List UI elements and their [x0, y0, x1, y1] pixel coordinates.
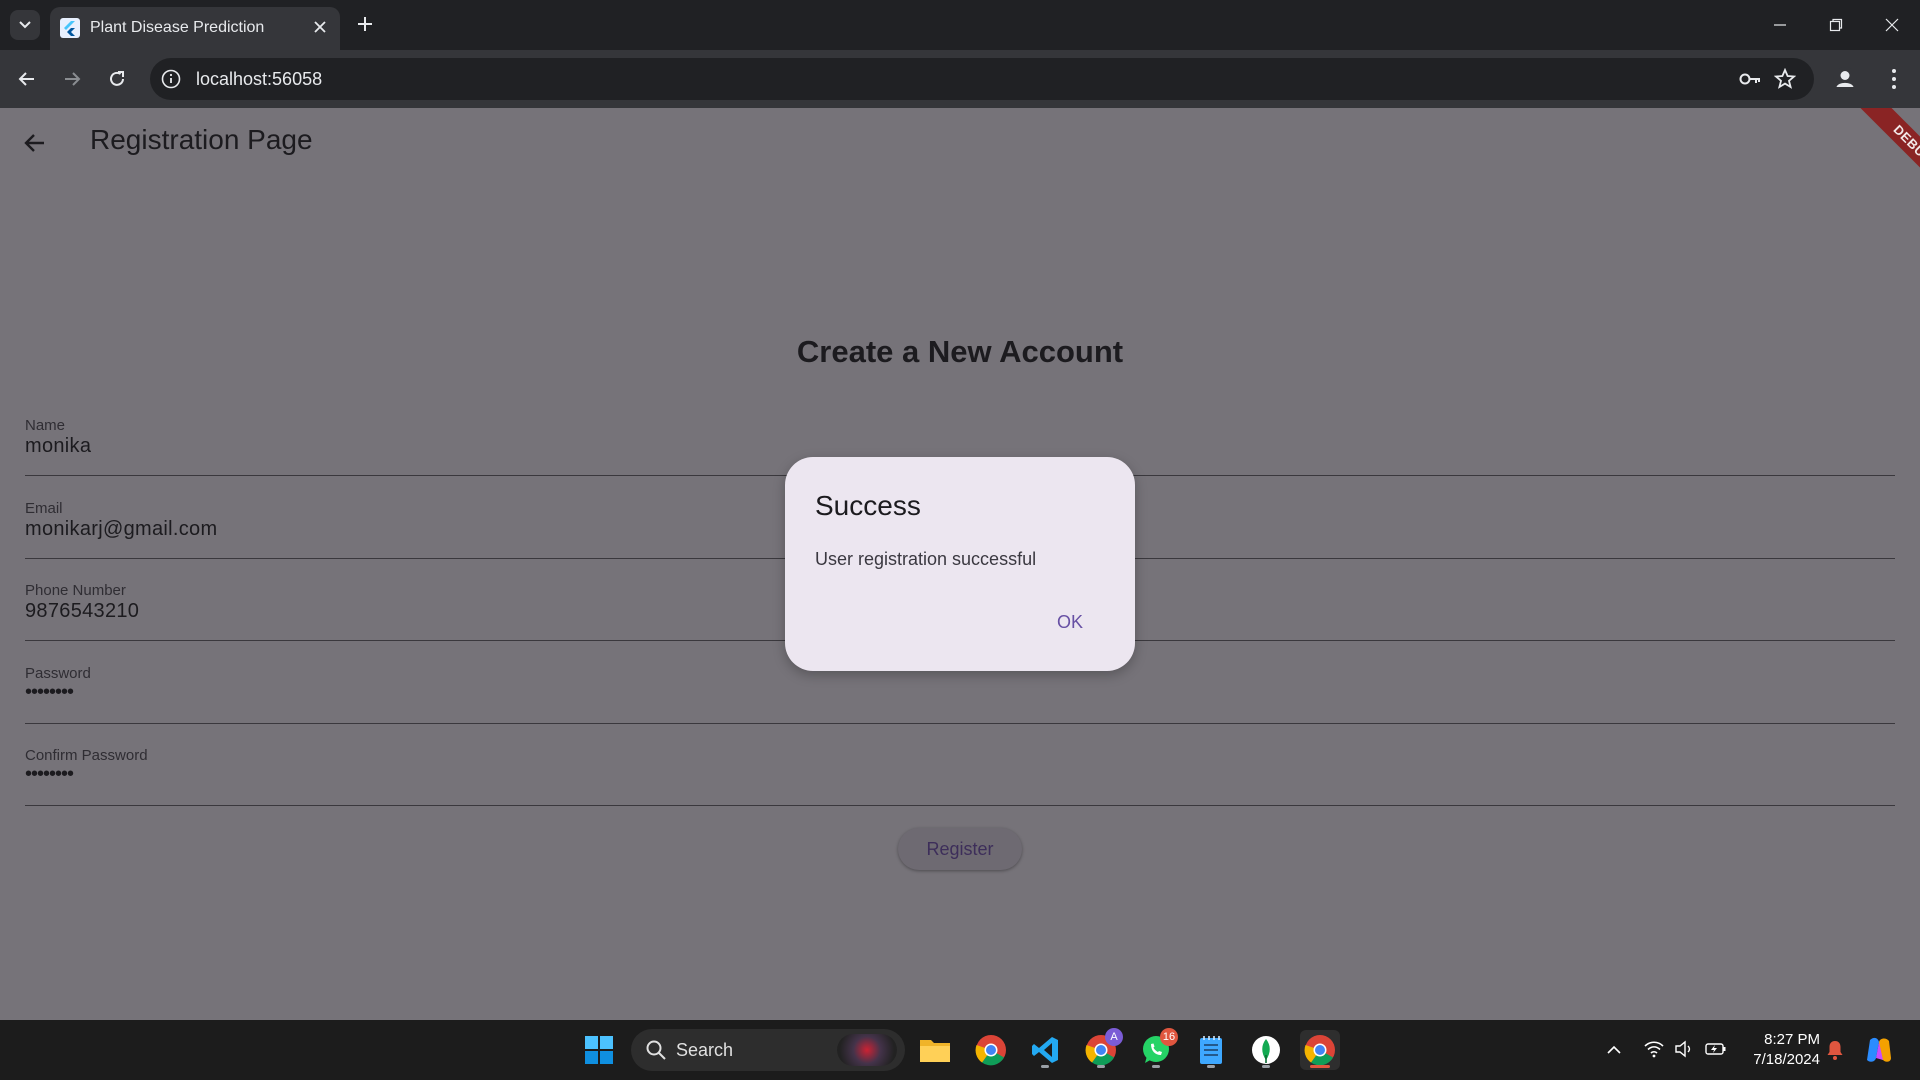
active-indicator [1310, 1065, 1330, 1068]
tab-title: Plant Disease Prediction [90, 19, 265, 36]
taskbar-notepad[interactable] [1191, 1030, 1231, 1070]
address-bar[interactable]: localhost:56058 [150, 58, 1814, 100]
browser-tab-bar: Plant Disease Prediction [0, 0, 1920, 50]
dialog-ok-button[interactable]: OK [1044, 607, 1096, 637]
dialog-title: Success [815, 490, 921, 521]
chevron-down-icon [19, 21, 31, 29]
password-key-icon[interactable] [1738, 69, 1762, 89]
field-value[interactable]: 9876543210 [25, 600, 139, 623]
notification-badge: 16 [1160, 1028, 1178, 1046]
site-info-icon[interactable] [160, 68, 182, 90]
taskbar-chrome[interactable] [971, 1030, 1011, 1070]
register-button[interactable]: Register [898, 828, 1022, 870]
battery-charging-icon[interactable] [1704, 1040, 1728, 1058]
start-button[interactable] [579, 1030, 619, 1070]
clock-time: 8:27 PM [1764, 1031, 1820, 1048]
arrow-right-icon [65, 72, 81, 86]
window-controls [1752, 0, 1920, 50]
running-indicator [1207, 1065, 1215, 1068]
new-tab-plus-icon[interactable] [355, 14, 375, 34]
mongodb-leaf-icon [1252, 1036, 1280, 1064]
bookmark-star-icon[interactable] [1774, 68, 1796, 90]
chrome-icon [1304, 1035, 1335, 1066]
reload-button[interactable] [104, 66, 130, 92]
appbar-title: Registration Page [90, 124, 313, 155]
tab-search-button[interactable] [10, 10, 40, 40]
search-highlight-image [837, 1034, 897, 1066]
close-icon[interactable] [312, 19, 328, 35]
search-label: Search [676, 1040, 734, 1060]
dialog-message: User registration successful [815, 549, 1037, 569]
chrome-icon [975, 1035, 1006, 1066]
minimize-button[interactable] [1752, 0, 1808, 50]
forward-button[interactable] [59, 66, 85, 92]
notepad-icon [1200, 1036, 1222, 1064]
form-heading: Create a New Account [796, 334, 1124, 369]
minimize-icon [1774, 24, 1786, 26]
vscode-icon [1032, 1037, 1058, 1063]
volume-icon[interactable] [1674, 1040, 1694, 1058]
restore-button[interactable] [1808, 0, 1864, 50]
flutter-favicon-icon [60, 18, 80, 38]
profile-badge: A [1105, 1028, 1123, 1046]
debug-banner: DEBUG [1852, 108, 1920, 206]
taskbar-file-explorer[interactable] [915, 1030, 955, 1070]
field-value[interactable]: monika [25, 435, 91, 458]
windows-logo-icon [585, 1036, 613, 1064]
taskbar-search-box[interactable]: Search [631, 1029, 905, 1071]
folder-icon [920, 1040, 950, 1062]
taskbar-clock[interactable]: 8:27 PM 7/18/2024 [1740, 1030, 1820, 1070]
running-indicator [1262, 1065, 1270, 1068]
running-indicator [1041, 1065, 1049, 1068]
taskbar-chrome-profile[interactable]: A [1081, 1028, 1123, 1070]
reload-icon [110, 71, 124, 86]
chevron-up-icon[interactable] [1606, 1042, 1622, 1058]
window-close-button[interactable] [1864, 0, 1920, 50]
search-icon [646, 1040, 666, 1060]
browser-toolbar: localhost:56058 [0, 50, 1920, 108]
running-indicator [1152, 1065, 1160, 1068]
success-dialog: Success User registration successful [785, 457, 1135, 671]
taskbar-mongodb-compass[interactable] [1246, 1030, 1286, 1070]
field-label: Password [25, 665, 91, 682]
field-label: Confirm Password [25, 747, 148, 764]
taskbar-whatsapp[interactable]: 16 [1136, 1028, 1178, 1070]
kebab-menu-icon[interactable] [1884, 66, 1904, 92]
copilot-icon[interactable] [1864, 1036, 1894, 1064]
window-close-icon [1885, 18, 1899, 32]
profile-avatar-icon[interactable] [1832, 66, 1858, 92]
field-label: Name [25, 417, 66, 434]
appbar-back-arrow-icon[interactable] [22, 130, 48, 156]
restore-icon [1829, 18, 1843, 32]
browser-tab[interactable]: Plant Disease Prediction [50, 7, 340, 50]
back-button[interactable] [14, 66, 40, 92]
field-value[interactable]: •••••••• [25, 681, 74, 704]
url-text[interactable]: localhost:56058 [196, 69, 322, 90]
field-value[interactable]: •••••••• [25, 763, 74, 786]
password-field[interactable]: Password •••••••• [25, 665, 1895, 724]
wifi-icon[interactable] [1644, 1040, 1664, 1058]
field-value[interactable]: monikarj@gmail.com [25, 518, 217, 541]
notification-bell-icon[interactable] [1826, 1039, 1844, 1061]
confirm-password-field[interactable]: Confirm Password •••••••• [25, 747, 1895, 806]
arrow-left-icon [18, 72, 34, 86]
field-label: Email [25, 500, 63, 517]
clock-date: 7/18/2024 [1753, 1051, 1820, 1068]
taskbar: Search A 16 8:27 PM 7/18/2024 [0, 1020, 1920, 1080]
taskbar-vscode[interactable] [1025, 1030, 1065, 1070]
field-label: Phone Number [25, 582, 126, 599]
running-indicator [1097, 1065, 1105, 1068]
taskbar-chrome-active[interactable] [1300, 1030, 1340, 1070]
